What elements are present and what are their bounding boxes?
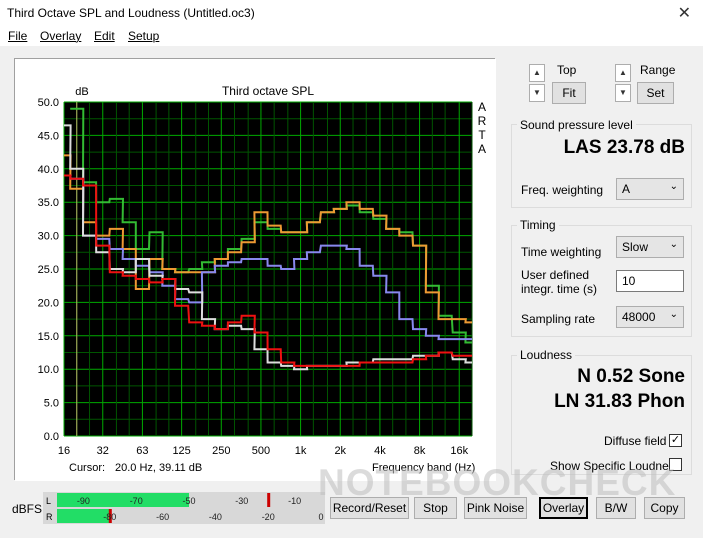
x-tick-label: 32 xyxy=(97,445,109,457)
specific-loudness-checkbox[interactable] xyxy=(669,458,682,471)
left-tick-label: -50 xyxy=(182,496,195,506)
x-tick-label: 2k xyxy=(334,445,346,457)
stop-button[interactable]: Stop xyxy=(414,497,457,519)
menu-edit[interactable]: Edit xyxy=(94,29,115,43)
arta-letter: A xyxy=(478,142,486,156)
arta-label: ARTA xyxy=(478,100,487,156)
loudness-sone: N 0.52 Sone xyxy=(577,366,685,387)
chevron-down-icon: ⌄ xyxy=(669,239,678,250)
left-tick-label: -70 xyxy=(130,496,143,506)
overlay-button[interactable]: Overlay xyxy=(539,497,588,519)
copy-button[interactable]: Copy xyxy=(644,497,685,519)
right-channel-label: R xyxy=(46,512,53,522)
right-tick-label: -20 xyxy=(262,512,275,522)
sampling-rate-select[interactable]: 48000 ⌄ xyxy=(616,306,684,328)
time-weighting-select[interactable]: Slow ⌄ xyxy=(616,236,684,258)
right-tick-label: -60 xyxy=(156,512,169,522)
right-tick-label: -80 xyxy=(103,512,116,522)
y-tick-label: 5.0 xyxy=(44,398,59,410)
y-tick-label: 45.0 xyxy=(38,130,59,142)
x-tick-label: 500 xyxy=(252,445,270,457)
unit-label: dB xyxy=(75,86,88,98)
pink-noise-button[interactable]: Pink Noise xyxy=(464,497,527,519)
integr-label-2: integr. time (s) xyxy=(521,282,598,296)
spl-graph[interactable]: dB Third octave SPL ARTA 50.0 45.0 40.0 35.… xyxy=(15,59,496,481)
left-tick-label: -10 xyxy=(288,496,301,506)
cursor-value: 20.0 Hz, 39.11 dB xyxy=(115,462,202,474)
menu-setup[interactable]: Setup xyxy=(128,29,159,43)
spl-value: LAS 23.78 dB xyxy=(563,137,685,158)
freq-weighting-label: Freq. weighting xyxy=(521,183,604,197)
integr-time-input[interactable]: 10 xyxy=(616,270,684,292)
time-weighting-value: Slow xyxy=(622,240,649,254)
range-label: Range xyxy=(640,63,676,77)
menu-overlay[interactable]: Overlay xyxy=(40,29,81,43)
cursor-label: Cursor: xyxy=(69,462,105,474)
arta-letter: A xyxy=(478,100,486,114)
top-down-button[interactable]: ▼ xyxy=(529,84,545,102)
y-tick-label: 30.0 xyxy=(38,231,59,243)
right-level-bar xyxy=(57,509,110,523)
y-tick-label: 20.0 xyxy=(38,297,59,309)
left-channel-label: L xyxy=(46,496,51,506)
spl-group-title: Sound pressure level xyxy=(517,118,636,132)
graph-title: Third octave SPL xyxy=(222,84,314,98)
right-tick-label: 0 xyxy=(318,512,323,522)
x-tick-label: 16k xyxy=(450,445,468,457)
arta-letter: T xyxy=(478,128,486,142)
xaxis-label: Frequency band (Hz) xyxy=(372,462,475,474)
freq-weighting-value: A xyxy=(622,182,631,196)
sampling-label: Sampling rate xyxy=(521,312,596,326)
range-down-button[interactable]: ▼ xyxy=(615,84,631,102)
y-tick-label: 50.0 xyxy=(38,97,59,109)
top-label: Top xyxy=(557,63,577,77)
sampling-rate-value: 48000 xyxy=(622,310,656,324)
y-tick-label: 40.0 xyxy=(38,164,59,176)
grid xyxy=(63,101,473,437)
loudness-group-title: Loudness xyxy=(517,348,576,362)
x-tick-label: 1k xyxy=(295,445,307,457)
level-meter: L -90 -70 -50 -30 -10 R -80 -60 -40 -20 0 xyxy=(43,492,325,524)
x-tick-label: 4k xyxy=(374,445,386,457)
x-tick-label: 63 xyxy=(136,445,148,457)
top-up-button[interactable]: ▲ xyxy=(529,64,545,82)
title-bar: Third Octave SPL and Loudness (Untitled.… xyxy=(0,0,703,26)
loudness-phon: LN 31.83 Phon xyxy=(554,391,685,412)
chevron-down-icon: ⌄ xyxy=(669,309,678,320)
fit-button[interactable]: Fit xyxy=(552,82,586,104)
x-tick-label: 250 xyxy=(212,445,230,457)
left-peak-marker xyxy=(267,493,271,507)
y-tick-label: 25.0 xyxy=(38,264,59,276)
graph-frame: dB Third octave SPL ARTA 50.0 45.0 40.0 35.… xyxy=(14,58,496,481)
dbfs-label: dBFS xyxy=(12,502,43,516)
timing-group-title: Timing xyxy=(517,218,559,232)
menu-bar: File Overlay Edit Setup xyxy=(0,26,703,46)
arta-letter: R xyxy=(478,114,487,128)
x-tick-label: 8k xyxy=(414,445,426,457)
y-tick-label: 0.0 xyxy=(44,431,59,443)
time-weighting-label: Time weighting xyxy=(521,245,602,259)
record-reset-button[interactable]: Record/Reset xyxy=(330,497,409,519)
range-up-button[interactable]: ▲ xyxy=(615,64,631,82)
right-tick-label: -40 xyxy=(209,512,222,522)
specific-loudness-label: Show Specific Loudness xyxy=(550,459,681,473)
y-tick-label: 35.0 xyxy=(38,197,59,209)
y-tick-label: 10.0 xyxy=(38,364,59,376)
menu-file[interactable]: File xyxy=(8,29,27,43)
left-tick-label: -30 xyxy=(235,496,248,506)
set-button[interactable]: Set xyxy=(637,82,674,104)
chevron-down-icon: ⌄ xyxy=(669,181,678,192)
diffuse-field-label: Diffuse field xyxy=(604,434,667,448)
bw-button[interactable]: B/W xyxy=(596,497,636,519)
x-tick-label: 16 xyxy=(58,445,70,457)
y-tick-label: 15.0 xyxy=(38,331,59,343)
integr-label-1: User defined xyxy=(521,268,590,282)
x-tick-label: 125 xyxy=(172,445,190,457)
close-icon[interactable]: ✕ xyxy=(678,3,691,23)
freq-weighting-select[interactable]: A ⌄ xyxy=(616,178,684,200)
diffuse-field-checkbox[interactable]: ✓ xyxy=(669,434,682,447)
left-tick-label: -90 xyxy=(77,496,90,506)
window-title: Third Octave SPL and Loudness (Untitled.… xyxy=(7,6,255,20)
